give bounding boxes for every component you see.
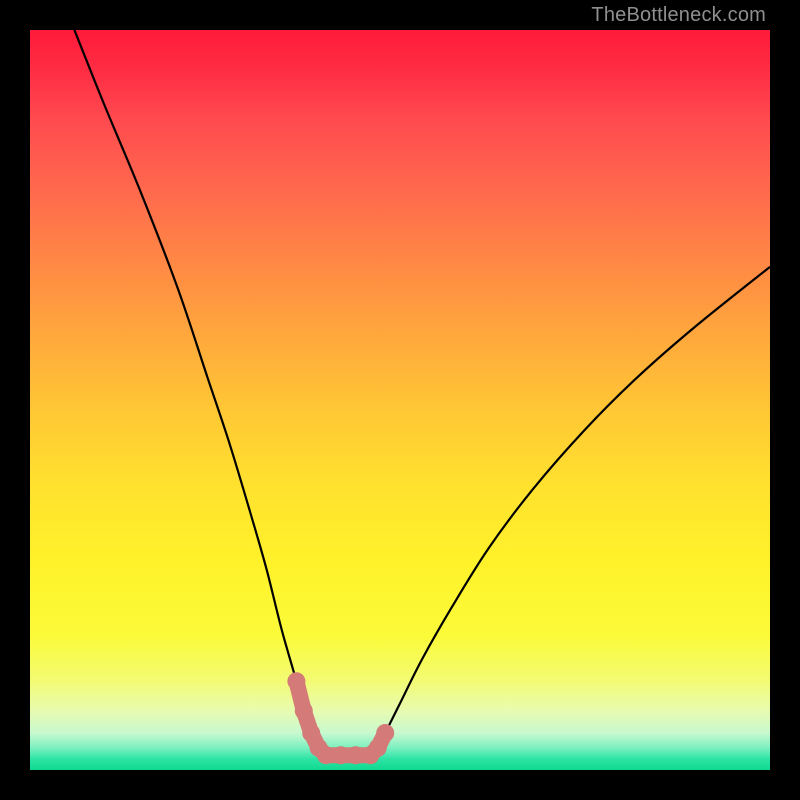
bottom-marker-dot	[295, 702, 313, 720]
bottom-marker-group	[287, 672, 394, 764]
plot-area	[30, 30, 770, 770]
bottom-marker-dot	[376, 724, 394, 742]
bottleneck-curve-path	[74, 30, 770, 756]
curve-layer	[30, 30, 770, 770]
bottom-marker-dot	[287, 672, 305, 690]
watermark-text: TheBottleneck.com	[591, 4, 766, 27]
chart-frame: TheBottleneck.com	[0, 0, 800, 800]
